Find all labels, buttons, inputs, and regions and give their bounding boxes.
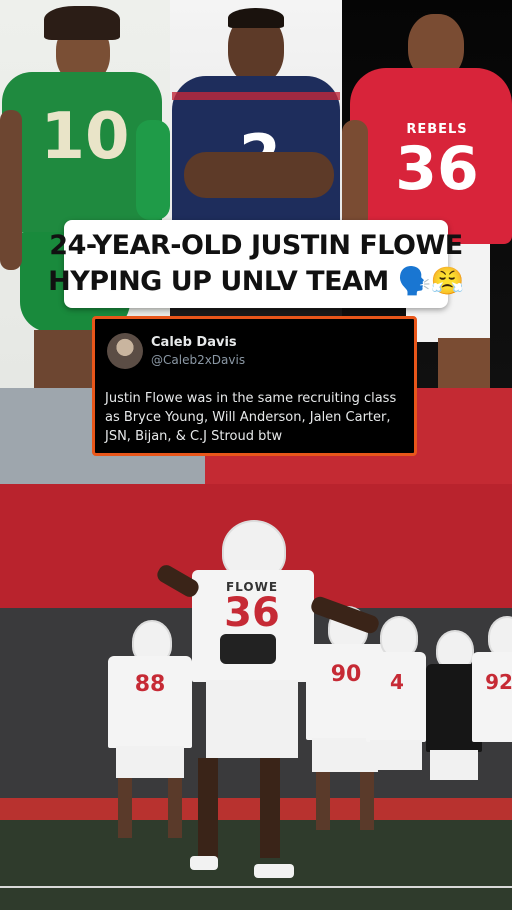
green-arm: [136, 120, 170, 220]
tweet-author-handle[interactable]: @Caleb2xDavis: [151, 353, 245, 367]
player-legs: [438, 338, 490, 388]
tweet-author-name[interactable]: Caleb Davis: [151, 335, 237, 350]
arm-right: [309, 594, 381, 636]
cleat-left: [190, 856, 218, 870]
tweet-card[interactable]: Caleb Davis @Caleb2xDavis Justin Flowe w…: [92, 316, 417, 456]
tweet-text: Justin Flowe was in the same recruiting …: [105, 391, 397, 444]
player-hair: [44, 6, 120, 40]
photo-practice-field: 88 90 4 92 FLOWE 36: [0, 388, 512, 910]
headline-line-1: 24-YEAR-OLD JUSTIN FLOWE: [49, 230, 463, 261]
back-pad: [220, 634, 276, 664]
crossed-arms: [184, 152, 334, 198]
headline-line-2: HYPING UP UNLV TEAM 🗣️😤: [48, 266, 464, 297]
jersey-number-10: 10: [40, 100, 130, 174]
player-flowe: FLOWE 36: [150, 518, 390, 898]
jersey-number-36: 36: [395, 134, 479, 204]
player-hair: [228, 8, 284, 28]
jersey-stripe: [172, 92, 340, 100]
avatar[interactable]: [107, 333, 143, 369]
headline-caption: 24-YEAR-OLD JUSTIN FLOWE HYPING UP UNLV …: [48, 220, 464, 308]
arm-left: [154, 562, 202, 600]
player-arm: [342, 120, 368, 230]
photo-navy-uniform: 2: [170, 0, 342, 220]
player-arm-left: [0, 110, 22, 270]
jersey-number-36: 36: [224, 590, 280, 636]
cleat-right: [254, 864, 294, 878]
player-92: 92: [468, 616, 512, 846]
